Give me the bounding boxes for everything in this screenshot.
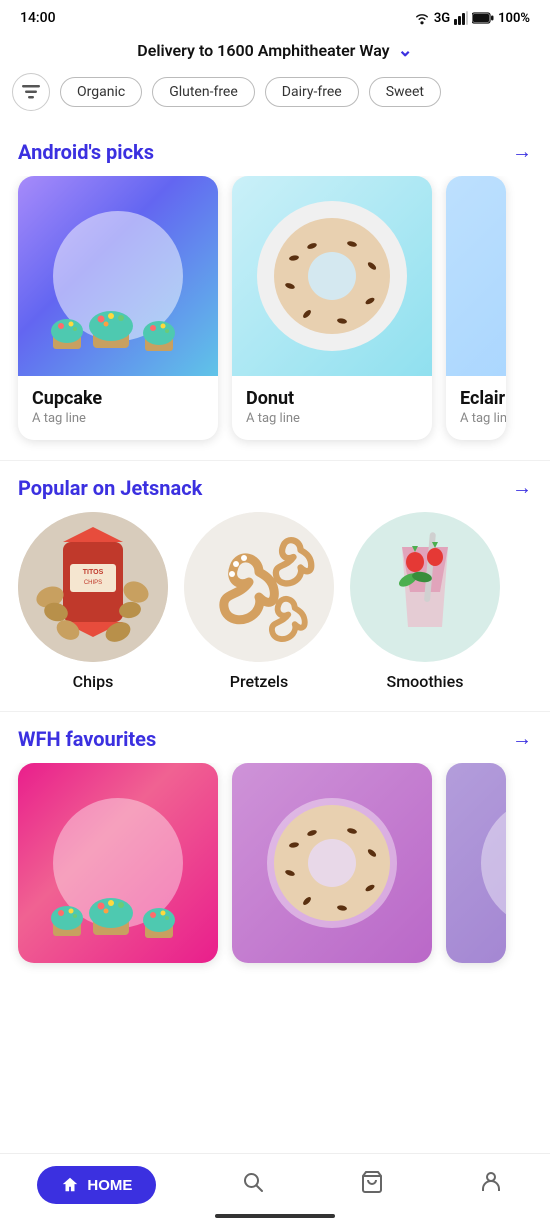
wfh-donut-food-image	[262, 793, 402, 933]
pick-card-eclair-name: Eclair	[460, 388, 506, 409]
signal-icon	[454, 11, 468, 25]
home-nav-button[interactable]: HOME	[37, 1166, 156, 1204]
popular-arrow[interactable]: →	[512, 475, 532, 500]
donut-food-image	[262, 206, 402, 346]
popular-chips-image: TITOS CHIPS	[18, 512, 168, 662]
pick-card-donut[interactable]: Donut A tag line	[232, 176, 432, 440]
pick-card-eclair[interactable]: Eclair A tag line	[446, 176, 506, 440]
delivery-label: Delivery to 1600 Amphitheater Way	[137, 41, 389, 60]
pick-card-cupcake-info: Cupcake A tag line	[18, 376, 218, 440]
android-picks-scroll: Cupcake A tag line	[0, 176, 550, 460]
status-icons: 3G 100%	[414, 11, 530, 26]
status-time: 14:00	[20, 10, 56, 26]
android-picks-header: Android's picks →	[0, 125, 550, 176]
pretzels-food-image	[184, 512, 334, 662]
cart-icon	[360, 1170, 384, 1194]
android-picks-title: Android's picks	[18, 140, 154, 164]
home-label: HOME	[87, 1177, 132, 1194]
pick-card-donut-name: Donut	[246, 388, 418, 409]
home-icon	[61, 1176, 79, 1194]
android-picks-arrow[interactable]: →	[512, 139, 532, 164]
popular-chips-label: Chips	[73, 672, 114, 691]
popular-title: Popular on Jetsnack	[18, 476, 202, 500]
wfh-section: WFH favourites →	[0, 712, 550, 1083]
pick-card-cupcake-name: Cupcake	[32, 388, 204, 409]
popular-pretzels-image	[184, 512, 334, 662]
pick-card-donut-image	[232, 176, 432, 376]
profile-nav-button[interactable]	[469, 1166, 513, 1204]
filter-chip-organic[interactable]: Organic	[60, 77, 142, 107]
wfh-card-donut-image	[232, 763, 432, 963]
svg-text:TITOS: TITOS	[83, 569, 104, 576]
battery-label: 100%	[498, 11, 530, 26]
filter-chip-glutenfree[interactable]: Gluten-free	[152, 77, 255, 107]
popular-smoothies-label: Smoothies	[387, 672, 464, 691]
pick-card-cupcake[interactable]: Cupcake A tag line	[18, 176, 218, 440]
profile-icon	[479, 1170, 503, 1194]
pick-card-eclair-image	[446, 176, 506, 376]
filter-chip-dairyfree[interactable]: Dairy-free	[265, 77, 359, 107]
wfh-card-cupcake[interactable]	[18, 763, 218, 963]
pick-card-cupcake-tagline: A tag line	[32, 411, 204, 426]
home-indicator	[215, 1214, 335, 1218]
delivery-header[interactable]: Delivery to 1600 Amphitheater Way ⌄	[0, 32, 550, 73]
popular-pretzels-label: Pretzels	[230, 672, 288, 691]
cart-nav-button[interactable]	[350, 1166, 394, 1204]
wfh-card-cupcake-image	[18, 763, 218, 963]
wfh-card-donut[interactable]	[232, 763, 432, 963]
wfh-arrow[interactable]: →	[512, 726, 532, 751]
popular-item-chips[interactable]: TITOS CHIPS Chips	[18, 512, 168, 691]
wifi-icon	[414, 11, 430, 25]
svg-text:CHIPS: CHIPS	[84, 580, 102, 586]
pick-card-donut-info: Donut A tag line	[232, 376, 432, 440]
popular-smoothies-image	[350, 512, 500, 662]
filter-icon-button[interactable]	[12, 73, 50, 111]
signal-label: 3G	[434, 11, 450, 26]
popular-item-smoothies[interactable]: Smoothies	[350, 512, 500, 691]
search-nav-button[interactable]	[231, 1166, 275, 1204]
pick-card-cupcake-image	[18, 176, 218, 376]
search-icon	[241, 1170, 265, 1194]
popular-item-pretzels[interactable]: Pretzels	[184, 512, 334, 691]
popular-header: Popular on Jetsnack →	[0, 461, 550, 512]
wfh-cards-scroll	[0, 763, 550, 983]
filter-chip-sweet[interactable]: Sweet	[369, 77, 441, 107]
smoothies-food-image	[350, 512, 500, 662]
battery-icon	[472, 12, 494, 24]
popular-items-row: TITOS CHIPS Chips	[0, 512, 550, 691]
pick-card-donut-tagline: A tag line	[246, 411, 418, 426]
android-picks-section: Android's picks →	[0, 125, 550, 460]
wfh-card-eclair-image	[446, 763, 506, 963]
wfh-header: WFH favourites →	[0, 712, 550, 763]
pick-card-eclair-tagline: A tag line	[460, 411, 506, 426]
filter-lines-icon	[22, 85, 40, 99]
wfh-title: WFH favourites	[18, 727, 156, 751]
chips-food-image: TITOS CHIPS	[18, 512, 168, 662]
pick-card-eclair-info: Eclair A tag line	[446, 376, 506, 440]
filter-row: Organic Gluten-free Dairy-free Sweet	[0, 73, 550, 125]
cupcake-food-image	[33, 246, 203, 376]
wfh-card-eclair[interactable]	[446, 763, 506, 963]
delivery-chevron-icon[interactable]: ⌄	[398, 40, 413, 61]
status-bar: 14:00 3G 100%	[0, 0, 550, 32]
popular-section: Popular on Jetsnack → TITOS CHIPS	[0, 461, 550, 711]
wfh-cupcake-food-image	[33, 833, 203, 963]
